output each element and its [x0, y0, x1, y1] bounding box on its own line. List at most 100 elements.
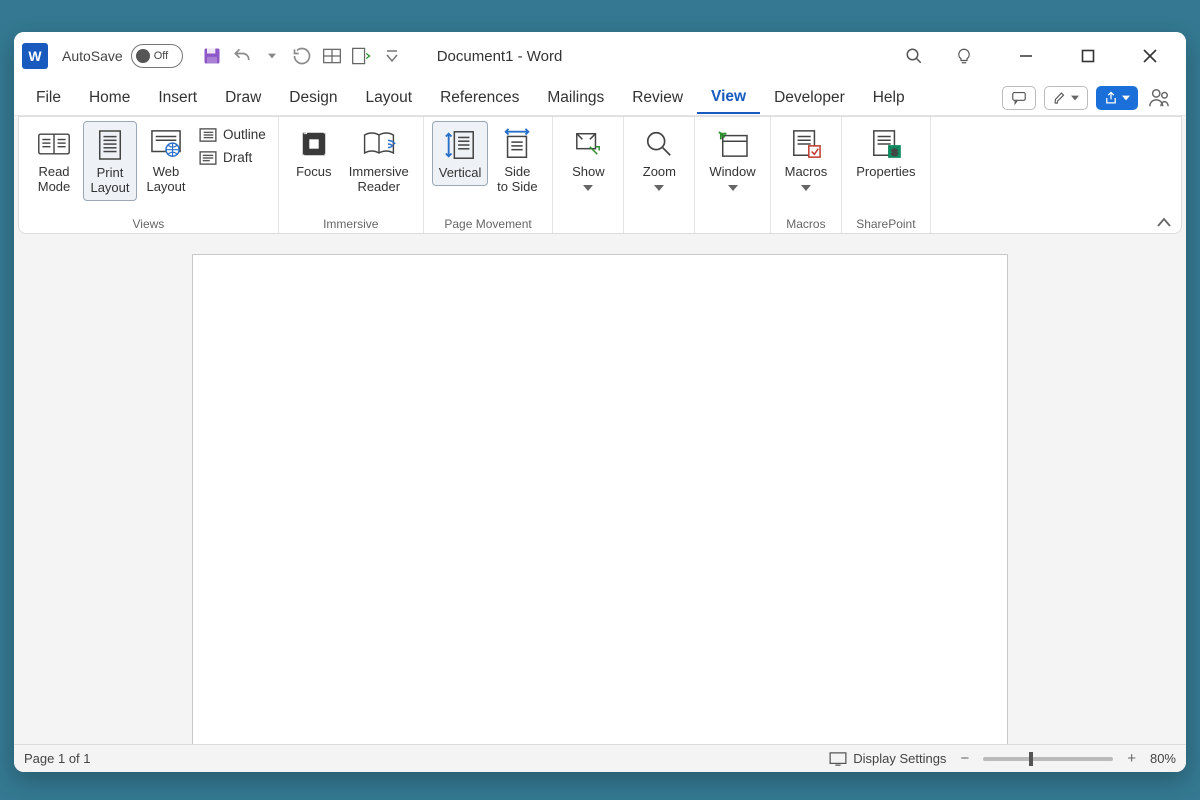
vertical-button[interactable]: Vertical	[432, 121, 489, 186]
share-button[interactable]	[1096, 86, 1138, 110]
outline-button[interactable]: Outline	[195, 125, 270, 144]
group-sharepoint: S Properties SharePoint	[842, 117, 930, 233]
tab-developer[interactable]: Developer	[760, 83, 859, 113]
group-views: ReadMode PrintLayout WebLayout Outline D…	[19, 117, 279, 233]
word-app-icon: W	[22, 43, 48, 69]
autosave-label: AutoSave	[62, 48, 123, 64]
focus-button[interactable]: Focus	[287, 121, 341, 184]
quick-access-toolbar	[199, 43, 405, 69]
read-mode-button[interactable]: ReadMode	[27, 121, 81, 199]
immersive-reader-button[interactable]: ImmersiveReader	[343, 121, 415, 199]
autosave-pill[interactable]: Off	[131, 44, 183, 68]
side-to-side-button[interactable]: Sideto Side	[490, 121, 544, 199]
tab-help[interactable]: Help	[859, 83, 919, 113]
tab-home[interactable]: Home	[75, 83, 144, 113]
zoom-dropdown[interactable]: Zoom	[632, 121, 686, 199]
zoom-icon	[644, 125, 674, 163]
collapse-ribbon-icon[interactable]	[1157, 217, 1171, 227]
toggle-knob-icon	[136, 49, 150, 63]
immersive-reader-icon	[361, 125, 397, 163]
tab-references[interactable]: References	[426, 83, 533, 113]
maximize-button[interactable]	[1066, 36, 1110, 76]
qat-btn-2[interactable]	[349, 43, 375, 69]
autosave-state: Off	[154, 50, 168, 62]
zoom-in-button[interactable]: +	[1123, 750, 1140, 767]
tab-draw[interactable]: Draw	[211, 83, 275, 113]
zoom-label: Zoom	[643, 165, 676, 195]
group-immersive-label: Immersive	[323, 217, 378, 231]
autosave-toggle[interactable]: AutoSave Off	[62, 44, 183, 68]
read-mode-icon	[37, 125, 71, 163]
title-bar: W AutoSave Off Document1 - Word	[14, 32, 1186, 80]
outline-label: Outline	[223, 127, 266, 142]
show-icon	[573, 125, 603, 163]
group-window: Window	[695, 117, 770, 233]
app-window: W AutoSave Off Document1 - Word	[14, 32, 1186, 772]
tab-mailings[interactable]: Mailings	[533, 83, 618, 113]
print-layout-button[interactable]: PrintLayout	[83, 121, 137, 201]
editing-dropdown[interactable]	[1044, 86, 1088, 110]
focus-label: Focus	[296, 165, 331, 180]
tab-file[interactable]: File	[22, 83, 75, 113]
group-macros: Macros Macros	[771, 117, 843, 233]
tab-design[interactable]: Design	[275, 83, 351, 113]
tab-view[interactable]: View	[697, 82, 760, 114]
immersive-reader-label: ImmersiveReader	[349, 165, 409, 195]
web-layout-icon	[150, 125, 182, 163]
minimize-button[interactable]	[1004, 36, 1048, 76]
status-bar: Page 1 of 1 Display Settings − + 80%	[14, 744, 1186, 772]
account-icon[interactable]	[1146, 85, 1172, 111]
undo-dropdown-icon[interactable]	[259, 43, 285, 69]
display-settings-button[interactable]: Display Settings	[829, 751, 946, 766]
tips-icon[interactable]	[942, 36, 986, 76]
tab-layout[interactable]: Layout	[352, 83, 427, 113]
show-label: Show	[572, 165, 605, 195]
macros-dropdown[interactable]: Macros	[779, 121, 834, 199]
vertical-label: Vertical	[439, 166, 482, 181]
search-icon[interactable]	[892, 36, 936, 76]
macros-label: Macros	[785, 165, 828, 195]
tab-review[interactable]: Review	[618, 83, 697, 113]
zoom-out-button[interactable]: −	[956, 750, 973, 767]
properties-label: Properties	[856, 165, 915, 180]
group-views-label: Views	[132, 217, 164, 231]
ribbon-panel: ReadMode PrintLayout WebLayout Outline D…	[18, 116, 1182, 234]
document-page[interactable]	[192, 254, 1008, 744]
side-to-side-icon	[500, 125, 534, 163]
group-sharepoint-label: SharePoint	[856, 217, 915, 231]
draft-label: Draft	[223, 150, 252, 165]
properties-icon: S	[870, 125, 902, 163]
properties-button[interactable]: S Properties	[850, 121, 921, 184]
draft-button[interactable]: Draft	[195, 148, 270, 167]
redo-icon[interactable]	[289, 43, 315, 69]
zoom-percent[interactable]: 80%	[1150, 751, 1176, 766]
show-dropdown[interactable]: Show	[561, 121, 615, 199]
print-layout-label: PrintLayout	[90, 166, 129, 196]
window-controls	[942, 36, 1178, 76]
window-icon	[717, 125, 749, 163]
display-settings-icon	[829, 752, 847, 766]
svg-text:S: S	[891, 147, 897, 157]
window-dropdown[interactable]: Window	[703, 121, 761, 199]
comments-button[interactable]	[1002, 86, 1036, 110]
zoom-slider[interactable]	[983, 757, 1113, 761]
group-page-movement: Vertical Sideto Side Page Movement	[424, 117, 554, 233]
close-button[interactable]	[1128, 36, 1172, 76]
group-immersive: Focus ImmersiveReader Immersive	[279, 117, 424, 233]
qat-customize-icon[interactable]	[379, 43, 405, 69]
macros-icon	[790, 125, 822, 163]
save-icon[interactable]	[199, 43, 225, 69]
page-indicator[interactable]: Page 1 of 1	[24, 751, 91, 766]
document-area[interactable]	[14, 238, 1186, 744]
qat-btn-1[interactable]	[319, 43, 345, 69]
vertical-icon	[443, 126, 477, 164]
undo-icon[interactable]	[229, 43, 255, 69]
web-layout-button[interactable]: WebLayout	[139, 121, 193, 199]
read-mode-label: ReadMode	[38, 165, 71, 195]
zoom-slider-thumb[interactable]	[1029, 752, 1033, 766]
group-zoom: Zoom	[624, 117, 695, 233]
tab-insert[interactable]: Insert	[144, 83, 211, 113]
ribbon-tabs: File Home Insert Draw Design Layout Refe…	[14, 80, 1186, 116]
group-macros-label: Macros	[786, 217, 825, 231]
side-to-side-label: Sideto Side	[497, 165, 537, 195]
